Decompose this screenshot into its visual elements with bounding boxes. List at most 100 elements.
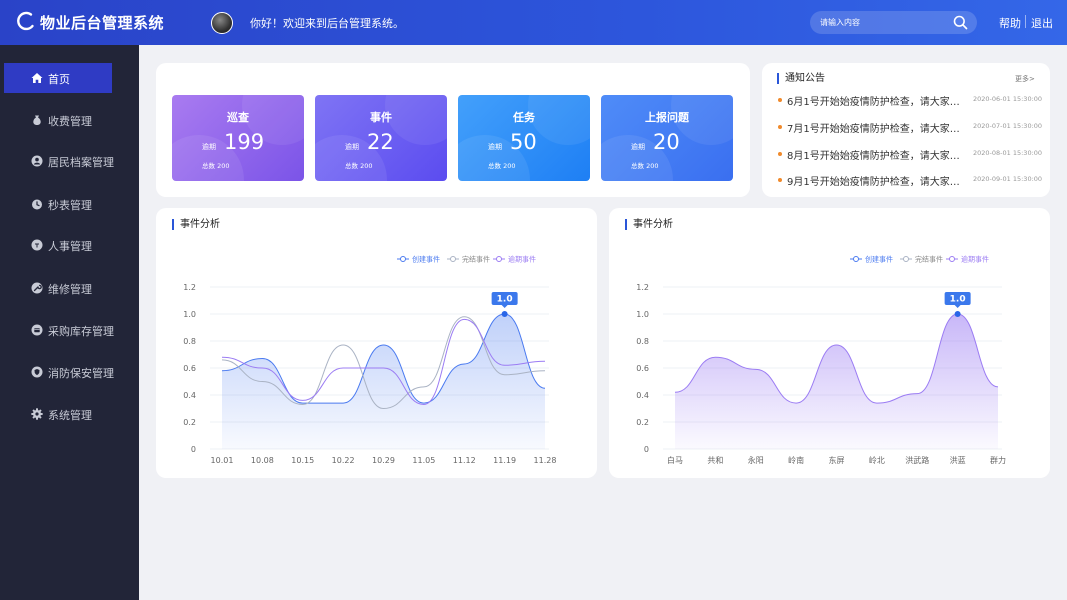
notice-text: 8月1号开始始疫情防护检查，请大家… — [787, 151, 960, 162]
legend-marker — [949, 256, 955, 262]
x-tick-label: 白马 — [667, 455, 683, 465]
sidebar-item-home[interactable]: 首页 — [4, 63, 112, 93]
notice-item[interactable]: 6月1号开始始疫情防护检查，请大家… 2020-06-01 15:30:00 — [777, 93, 1042, 108]
app-title: 物业后台管理系统 — [40, 14, 165, 32]
x-tick-label: 11.05 — [412, 456, 435, 465]
x-tick-label: 岭北 — [869, 455, 885, 465]
box-icon — [31, 324, 43, 336]
home-icon — [31, 73, 43, 83]
sidebar-item-security[interactable]: 消防保安管理 — [0, 357, 139, 387]
sidebar-item-residents[interactable]: 居民档案管理 — [0, 146, 139, 176]
y-tick-label: 0 — [644, 445, 649, 454]
y-tick-label: 1.0 — [183, 310, 196, 319]
sidebar-item-label: 秒表管理 — [48, 199, 92, 212]
stat-title: 上报问题 — [645, 111, 689, 124]
avatar[interactable] — [211, 12, 233, 34]
stat-value: 20 — [653, 130, 680, 154]
search-icon[interactable] — [953, 15, 968, 30]
y-tick-label: 0 — [191, 445, 196, 454]
y-tick-label: 0.2 — [636, 418, 649, 427]
logo-icon — [17, 11, 34, 31]
data-point[interactable] — [954, 311, 961, 317]
x-tick-label: 群力 — [990, 455, 1006, 465]
stats-card: 巡查 逾期 199 总数 200 事件 逾期 22 总数 200 任务 逾期 5… — [156, 63, 750, 197]
sidebar-item-billing[interactable]: 收费管理 — [0, 105, 139, 135]
notice-date: 2020-09-01 15:30:00 — [973, 175, 1043, 183]
sidebar-item-stopwatch[interactable]: 秒表管理 — [0, 189, 139, 219]
x-tick-label: 洪蓝 — [950, 455, 966, 465]
bullet-icon — [778, 152, 782, 156]
x-tick-label: 11.19 — [493, 456, 516, 465]
tooltip-label: 1.0 — [950, 295, 966, 305]
top-header: 物业后台管理系统 你好！欢迎来到后台管理系统。 帮助 退出 — [0, 0, 1067, 45]
sidebar: 首页 收费管理 居民档案管理 秒表管理 人事管理 维修管理 采购库存管理 消防保… — [0, 45, 139, 600]
y-tick-label: 0.6 — [636, 364, 649, 373]
more-link[interactable]: 更多> — [1015, 74, 1035, 84]
header-divider — [1025, 15, 1026, 28]
x-tick-label: 10.29 — [372, 456, 395, 465]
legend-label[interactable]: 逾期事件 — [961, 255, 989, 264]
legend-marker — [450, 256, 456, 262]
legend-label[interactable]: 逾期事件 — [508, 255, 536, 264]
legend-label[interactable]: 完结事件 — [915, 255, 943, 264]
stat-title: 巡查 — [227, 111, 249, 124]
notice-date: 2020-06-01 15:30:00 — [973, 95, 1043, 103]
notice-title: 通知公告 — [777, 73, 825, 84]
stat-title: 事件 — [370, 111, 392, 124]
sidebar-item-label: 维修管理 — [48, 283, 92, 296]
stat-sub-label: 逾期 — [345, 143, 359, 151]
legend-label[interactable]: 创建事件 — [412, 255, 440, 264]
gear-icon — [31, 408, 43, 420]
legend-marker — [853, 256, 859, 262]
sidebar-item-label: 消防保安管理 — [48, 367, 114, 380]
y-tick-label: 0.6 — [183, 364, 196, 373]
logout-link[interactable]: 退出 — [1031, 15, 1053, 31]
x-tick-label: 10.08 — [251, 456, 274, 465]
stat-sub-label: 逾期 — [631, 143, 645, 151]
bullet-icon — [778, 125, 782, 129]
sidebar-item-repair[interactable]: 维修管理 — [0, 273, 139, 303]
notice-text: 6月1号开始始疫情防护检查，请大家… — [787, 97, 960, 108]
series-area — [222, 314, 545, 449]
stat-tile-tasks[interactable]: 任务 逾期 50 总数 200 — [458, 95, 590, 181]
sidebar-item-system[interactable]: 系统管理 — [0, 399, 139, 429]
x-tick-label: 东屏 — [829, 455, 845, 465]
y-tick-label: 1.2 — [636, 283, 649, 292]
stat-tile-patrol[interactable]: 巡查 逾期 199 总数 200 — [172, 95, 304, 181]
welcome-text: 你好！欢迎来到后台管理系统。 — [250, 17, 404, 30]
stat-sub-label: 逾期 — [488, 143, 502, 151]
sidebar-item-hr[interactable]: 人事管理 — [0, 230, 139, 260]
notice-date: 2020-08-01 15:30:00 — [973, 149, 1043, 157]
stat-tile-reports[interactable]: 上报问题 逾期 20 总数 200 — [601, 95, 733, 181]
data-point[interactable] — [501, 311, 508, 317]
tooltip-arrow — [501, 305, 508, 308]
sidebar-item-inventory[interactable]: 采购库存管理 — [0, 315, 139, 345]
sidebar-item-label: 系统管理 — [48, 409, 92, 422]
stat-sub-label: 逾期 — [202, 143, 216, 151]
wrench-icon — [31, 282, 43, 294]
stat-total: 总数 200 — [488, 162, 516, 170]
y-tick-label: 0.8 — [636, 337, 649, 346]
stopwatch-icon — [32, 199, 42, 210]
x-tick-label: 11.28 — [534, 456, 557, 465]
stat-value: 22 — [367, 130, 394, 154]
sidebar-item-label: 采购库存管理 — [48, 325, 114, 338]
notice-item[interactable]: 8月1号开始始疫情防护检查，请大家… 2020-08-01 15:30:00 — [777, 147, 1042, 162]
x-tick-label: 洪武路 — [905, 455, 929, 465]
event-area-chart: 0 0.2 0.4 0.6 0.8 1.0 1.2 白马 共和 永阳 岭南 东屏 岭北 洪武路 洪蓝 群力 1.… — [636, 255, 1006, 466]
notice-item[interactable]: 9月1号开始始疫情防护检查，请大家… 2020-09-01 15:30:00 — [777, 173, 1042, 188]
bullet-icon — [778, 178, 782, 182]
search-input[interactable] — [820, 11, 950, 34]
legend-marker — [400, 256, 406, 262]
x-tick-label: 11.12 — [453, 456, 476, 465]
stat-tile-events[interactable]: 事件 逾期 22 总数 200 — [315, 95, 447, 181]
tooltip-arrow — [954, 305, 961, 308]
legend-label[interactable]: 完结事件 — [462, 255, 490, 264]
event-line-chart: 0 0.2 0.4 0.6 0.8 1.0 1.2 10.01 10.08 10.15 10.22 1… — [183, 255, 557, 466]
notice-item[interactable]: 7月1号开始始疫情防护检查，请大家… 2020-07-01 15:30:00 — [777, 120, 1042, 135]
stat-value: 199 — [224, 130, 265, 154]
y-tick-label: 0.4 — [183, 391, 196, 400]
notice-card: 通知公告 更多> 6月1号开始始疫情防护检查，请大家… 2020-06-01 1… — [762, 63, 1050, 197]
legend-label[interactable]: 创建事件 — [865, 255, 893, 264]
help-link[interactable]: 帮助 — [999, 15, 1021, 31]
